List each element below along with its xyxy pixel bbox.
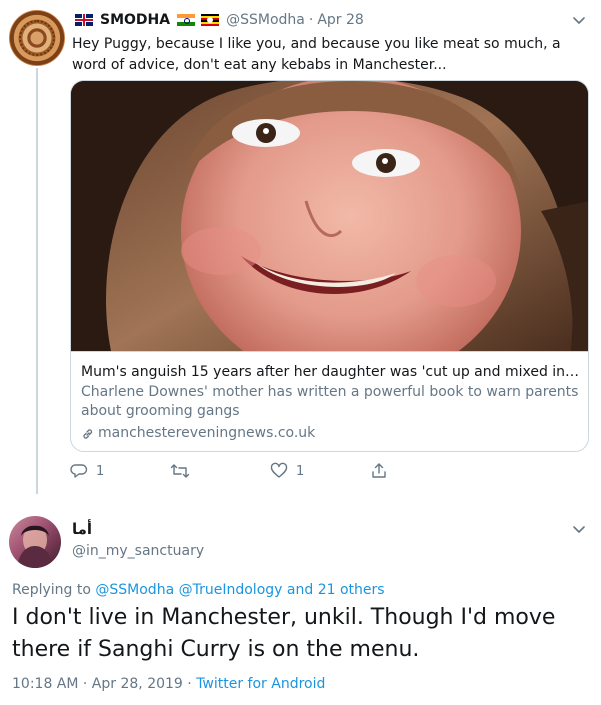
card-domain: manchestereveningnews.co.uk <box>81 424 580 443</box>
user-handle[interactable]: @in_my_sanctuary <box>72 543 204 559</box>
user-handle[interactable]: @SSModha <box>226 12 305 28</box>
replying-to-prefix: Replying to <box>12 582 91 598</box>
avatar[interactable] <box>9 10 65 66</box>
retweet-button[interactable] <box>170 462 270 480</box>
retweet-icon <box>170 464 190 478</box>
chevron-down-icon[interactable] <box>571 521 587 537</box>
tweet-source-link[interactable]: Twitter for Android <box>196 676 325 692</box>
separator-dot: · <box>187 676 192 692</box>
link-icon <box>83 428 93 439</box>
avatar[interactable] <box>9 516 61 568</box>
replying-to-line: Replying to @SSModha @TrueIndology and 2… <box>12 582 385 598</box>
heart-icon <box>270 462 288 478</box>
reply-button[interactable]: 1 <box>70 462 170 480</box>
chevron-down-icon[interactable] <box>571 12 587 28</box>
card-title: Mum's anguish 15 years after her daughte… <box>81 364 580 380</box>
tweet-header: SMODHA @SSModha · Apr 28 <box>72 10 589 30</box>
like-button[interactable]: 1 <box>270 462 370 480</box>
uganda-flag-icon <box>201 14 220 26</box>
link-card[interactable]: Mum's anguish 15 years after her daughte… <box>70 80 589 452</box>
card-image <box>71 81 588 351</box>
replying-and[interactable]: and <box>287 582 313 598</box>
uk-flag-icon <box>75 14 93 26</box>
display-name[interactable]: SMODHA <box>100 12 170 28</box>
reply-icon <box>70 464 88 478</box>
tweet-date[interactable]: Apr 28 <box>317 12 363 28</box>
separator-dot: · <box>308 12 314 28</box>
share-icon <box>372 463 386 478</box>
share-button[interactable] <box>370 462 470 480</box>
display-name[interactable]: أما <box>72 520 92 538</box>
others-link[interactable]: 21 others <box>318 582 385 598</box>
mention-link[interactable]: @TrueIndology <box>179 582 283 598</box>
card-description: Charlene Downes' mother has written a po… <box>81 384 579 419</box>
tweet-actions: 1 1 <box>70 458 490 484</box>
thread-connector-line <box>36 68 38 494</box>
tweet-text: Hey Puggy, because I like you, and becau… <box>72 36 561 73</box>
card-domain-text: manchestereveningnews.co.uk <box>98 425 316 441</box>
india-flag-icon <box>177 14 196 26</box>
card-body: Mum's anguish 15 years after her daughte… <box>71 351 588 451</box>
mention-link[interactable]: @SSModha <box>95 582 174 598</box>
tweet-timestamp[interactable]: 10:18 AM · Apr 28, 2019 <box>12 676 183 692</box>
like-count: 1 <box>296 463 305 479</box>
tweet-text: I don't live in Manchester, unkil. Thoug… <box>12 605 556 662</box>
reply-count: 1 <box>96 463 105 479</box>
tweet-meta: 10:18 AM · Apr 28, 2019 · Twitter for An… <box>12 676 325 692</box>
